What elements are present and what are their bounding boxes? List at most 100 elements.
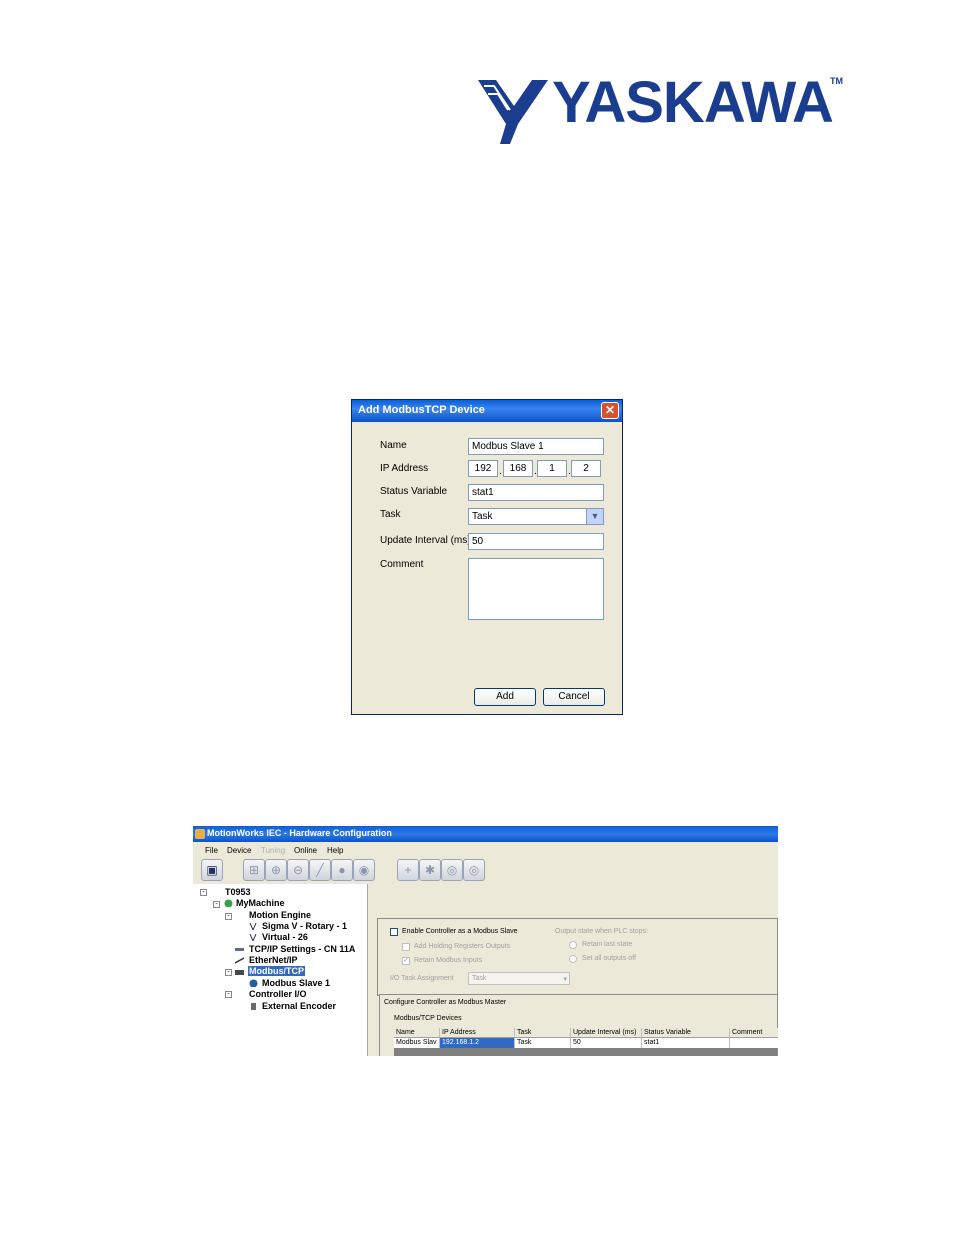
menu-device[interactable]: Device xyxy=(227,846,251,855)
column-header-comment[interactable]: Comment xyxy=(730,1028,778,1038)
status-variable-label: Status Variable xyxy=(380,486,448,497)
machine-icon xyxy=(224,899,233,907)
tree-node-mymachine[interactable]: MyMachine xyxy=(236,898,285,908)
yaskawa-logo-icon xyxy=(478,80,548,144)
task-select[interactable]: Task ▼ xyxy=(468,508,604,525)
modbus-master-group: Configure Controller as Modbus Master Mo… xyxy=(379,994,778,1056)
split-icon[interactable]: ✱ xyxy=(419,859,441,881)
update-interval-label: Update Interval (ms) xyxy=(380,535,471,546)
grid-icon[interactable]: ⊞ xyxy=(243,859,265,881)
ip-address-label: IP Address xyxy=(380,463,429,474)
close-icon[interactable]: ✕ xyxy=(601,402,619,419)
status-variable-field[interactable]: stat1 xyxy=(468,484,604,501)
menu-tuning[interactable]: Tuning xyxy=(261,846,285,855)
trademark-mark: TM xyxy=(830,76,843,86)
task-select-value: Task xyxy=(472,511,493,522)
chevron-down-icon[interactable]: ▼ xyxy=(586,509,603,524)
tree-node-modbus-tcp[interactable]: Modbus/TCP xyxy=(248,966,305,976)
comment-label: Comment xyxy=(380,559,424,570)
holding-registers-checkbox[interactable] xyxy=(402,943,410,951)
app-icon xyxy=(195,829,205,839)
table-cell-name[interactable]: Modbus Slav xyxy=(394,1038,440,1048)
retain-last-radio[interactable] xyxy=(569,941,577,949)
zoom-in-icon[interactable]: ⊕ xyxy=(265,859,287,881)
ip-octet-3[interactable]: 1 xyxy=(537,460,567,477)
window-title: MotionWorks IEC - Hardware Configuration xyxy=(207,828,392,838)
collapse-icon[interactable]: - xyxy=(225,969,232,976)
cancel-button[interactable]: Cancel xyxy=(543,688,605,706)
add-button[interactable]: Add xyxy=(474,688,536,706)
devices-table: Name IP Address Task Update Interval (ms… xyxy=(394,1028,778,1056)
name-field[interactable]: Modbus Slave 1 xyxy=(468,438,604,455)
ethernet-ip-icon xyxy=(235,957,244,964)
retain-inputs-label: Retain Modbus Inputs xyxy=(414,957,483,964)
tree-node-controller-io[interactable]: Controller I/O xyxy=(249,989,307,999)
tree-node-motion-engine[interactable]: Motion Engine xyxy=(249,910,311,920)
table-cell-comment[interactable] xyxy=(730,1038,778,1048)
dialog-titlebar[interactable]: Add ModbusTCP Device ✕ xyxy=(352,400,622,422)
connect-icon[interactable]: ◎ xyxy=(441,859,463,881)
column-header-task[interactable]: Task xyxy=(515,1028,571,1038)
zoom-out-icon[interactable]: ⊖ xyxy=(287,859,309,881)
tree-node-external-encoder[interactable]: External Encoder xyxy=(262,1001,336,1011)
hardware-tree: - T0953 - MyMachine - Motion Engine Sigm… xyxy=(193,884,368,1056)
set-off-radio[interactable] xyxy=(569,955,577,963)
holding-registers-label: Add Holding Registers Outputs xyxy=(414,943,511,950)
tree-node-tcpip-settings[interactable]: TCP/IP Settings - CN 11A xyxy=(249,944,355,954)
list-icon[interactable]: ◉ xyxy=(353,859,375,881)
collapse-icon[interactable]: - xyxy=(200,889,207,896)
table-cell-interval[interactable]: 50 xyxy=(571,1038,642,1048)
network-icon xyxy=(235,948,244,951)
ip-octet-2[interactable]: 168 xyxy=(503,460,533,477)
retain-inputs-checkbox[interactable]: ✓ xyxy=(402,957,410,965)
comment-field[interactable] xyxy=(468,558,604,620)
task-label: Task xyxy=(380,509,401,520)
ip-octet-4[interactable]: 2 xyxy=(571,460,601,477)
menu-online[interactable]: Online xyxy=(294,846,317,855)
table-cell-status[interactable]: stat1 xyxy=(642,1038,730,1048)
master-group-title: Configure Controller as Modbus Master xyxy=(384,999,507,1006)
enable-slave-label: Enable Controller as a Modbus Slave xyxy=(402,928,518,935)
modbus-slave-icon xyxy=(249,979,258,987)
collapse-icon[interactable]: - xyxy=(213,901,220,908)
configuration-pane: Enable Controller as a Modbus Slave Add … xyxy=(369,884,778,1056)
enable-slave-checkbox[interactable] xyxy=(390,928,398,936)
menu-file[interactable]: File xyxy=(205,846,218,855)
column-header-interval[interactable]: Update Interval (ms) xyxy=(571,1028,642,1038)
tree-node-sigma-axis[interactable]: Sigma V - Rotary - 1 xyxy=(262,921,347,931)
menu-bar: File Device Tuning Online Help xyxy=(193,843,778,857)
add-line-icon[interactable]: + xyxy=(397,859,419,881)
retain-last-label: Retain last state xyxy=(582,941,633,948)
column-header-name[interactable]: Name xyxy=(394,1028,440,1038)
io-task-label: I/O Task Assignment xyxy=(390,975,454,982)
collapse-icon[interactable]: - xyxy=(225,991,232,998)
column-header-ip[interactable]: IP Address xyxy=(440,1028,515,1038)
toolbar: ▣ ⊞ ⊕ ⊖ ╱ ● ◉ + ✱ ◎ ◎ xyxy=(193,858,778,884)
collapse-icon[interactable]: - xyxy=(225,913,232,920)
tree-node-ethernet-ip[interactable]: EtherNet/IP xyxy=(249,955,298,965)
io-task-value: Task xyxy=(472,975,487,982)
modbus-icon xyxy=(235,970,244,975)
ip-octet-1[interactable]: 192 xyxy=(468,460,498,477)
chevron-down-icon: ▾ xyxy=(563,976,567,983)
menu-help[interactable]: Help xyxy=(327,846,343,855)
yaskawa-logo: YASKAWA TM xyxy=(474,70,846,146)
tree-node-controller[interactable]: T0953 xyxy=(225,887,251,897)
save-icon[interactable]: ▣ xyxy=(201,859,223,881)
table-cell-task[interactable]: Task xyxy=(515,1038,571,1048)
name-label: Name xyxy=(380,440,407,451)
encoder-icon xyxy=(251,1003,256,1010)
update-interval-field[interactable]: 50 xyxy=(468,533,604,550)
line-icon[interactable]: ╱ xyxy=(309,859,331,881)
tree-node-virtual-axis[interactable]: Virtual - 26 xyxy=(262,932,308,942)
column-header-status[interactable]: Status Variable xyxy=(642,1028,730,1038)
tree-node-modbus-slave[interactable]: Modbus Slave 1 xyxy=(262,978,330,988)
dialog-title: Add ModbusTCP Device xyxy=(358,404,485,416)
stop-icon[interactable]: ● xyxy=(331,859,353,881)
disconnect-icon[interactable]: ◎ xyxy=(463,859,485,881)
table-cell-ip[interactable]: 192.168.1.2 xyxy=(440,1038,515,1048)
io-task-select[interactable]: Task ▾ xyxy=(468,972,570,985)
modbus-slave-group: Enable Controller as a Modbus Slave Add … xyxy=(377,918,778,996)
output-state-label: Output state when PLC stops: xyxy=(555,928,648,935)
window-titlebar[interactable]: MotionWorks IEC - Hardware Configuration xyxy=(193,826,778,842)
